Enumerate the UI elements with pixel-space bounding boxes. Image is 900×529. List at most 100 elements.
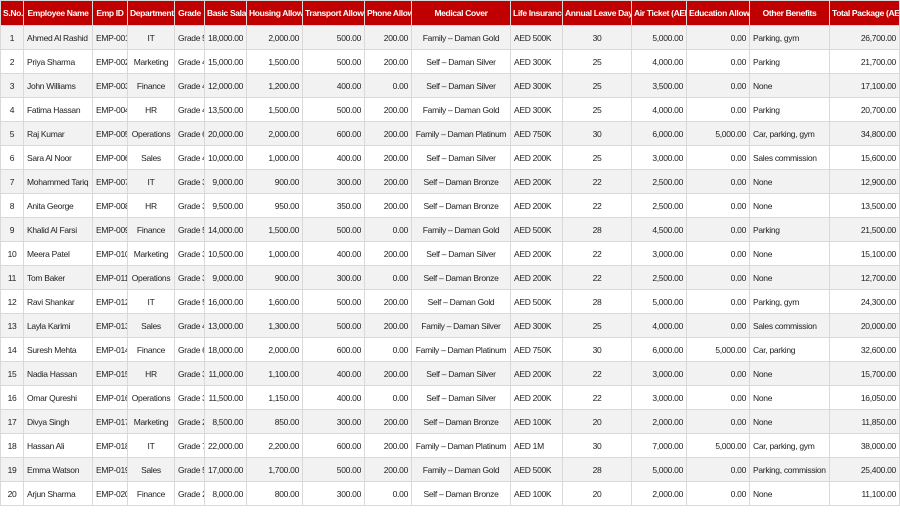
cell-phone-allow: 200.00 [364,433,412,458]
cell-employee-name: Khalid Al Farsi [23,217,93,242]
cell-annual-leave-days: 28 [562,457,632,482]
cell-transport-allow: 400.00 [302,241,365,266]
cell-phone-allow: 200.00 [364,457,412,482]
cell-transport-allow: 500.00 [302,313,365,338]
table-row: 13 Layla Karimi EMP-013 Sales Grade 4 13,000.… [0,313,900,338]
cell-grade: Grade 4 [174,145,205,170]
cell-department: IT [127,289,175,314]
header-employee-name: Employee Name [23,0,93,26]
cell-department: Sales [127,313,175,338]
cell-sno: 3 [0,73,24,98]
cell-life-insurance: AED 200K [510,361,563,386]
cell-medical-cover: Self – Daman Bronze [411,169,511,194]
cell-air-ticket: 3,500.00 [631,73,687,98]
table-row: 15 Nadia Hassan EMP-015 HR Grade 3 11,000.00 1… [0,361,900,386]
cell-employee-name: Emma Watson [23,457,93,482]
cell-phone-allow: 200.00 [364,193,412,218]
cell-life-insurance: AED 750K [510,337,563,362]
cell-transport-allow: 500.00 [302,97,365,122]
cell-housing-allow: 1,500.00 [246,49,303,74]
header-education-allow: Education Allow. [686,0,750,26]
cell-department: Sales [127,457,175,482]
cell-air-ticket: 4,000.00 [631,49,687,74]
cell-phone-allow: 0.00 [364,265,412,290]
cell-emp-id: EMP-012 [92,289,128,314]
cell-housing-allow: 1,200.00 [246,73,303,98]
cell-grade: Grade 4 [174,49,205,74]
cell-department: HR [127,97,175,122]
cell-emp-id: EMP-017 [92,409,128,434]
cell-air-ticket: 5,000.00 [631,25,687,50]
cell-air-ticket: 4,000.00 [631,313,687,338]
cell-other-benefits: Parking [749,217,830,242]
cell-medical-cover: Self – Daman Silver [411,49,511,74]
cell-education-allow: 0.00 [686,265,750,290]
cell-basic-salary: 18,000.00 [204,25,247,50]
cell-annual-leave-days: 30 [562,433,632,458]
cell-medical-cover: Family – Daman Platinum [411,121,511,146]
cell-phone-allow: 200.00 [364,97,412,122]
cell-employee-name: Priya Sharma [23,49,93,74]
cell-education-allow: 0.00 [686,169,750,194]
cell-sno: 4 [0,97,24,122]
table-row: 9 Khalid Al Farsi EMP-009 Finance Grade 5 14,… [0,217,900,242]
header-air-ticket: Air Ticket (AED) [631,0,687,26]
cell-grade: Grade 4 [174,73,205,98]
cell-emp-id: EMP-015 [92,361,128,386]
cell-annual-leave-days: 25 [562,49,632,74]
cell-phone-allow: 0.00 [364,73,412,98]
cell-annual-leave-days: 25 [562,145,632,170]
cell-housing-allow: 2,000.00 [246,121,303,146]
cell-transport-allow: 500.00 [302,217,365,242]
cell-transport-allow: 350.00 [302,193,365,218]
header-row: S.No. Employee Name Emp ID Department Grade B… [0,0,900,26]
cell-department: Operations [127,265,175,290]
cell-emp-id: EMP-011 [92,265,128,290]
table-row: 19 Emma Watson EMP-019 Sales Grade 5 17,000.0… [0,457,900,482]
cell-employee-name: Divya Singh [23,409,93,434]
cell-employee-name: Sara Al Noor [23,145,93,170]
cell-transport-allow: 300.00 [302,409,365,434]
cell-employee-name: Omar Qureshi [23,385,93,410]
cell-emp-id: EMP-006 [92,145,128,170]
cell-grade: Grade 3 [174,241,205,266]
cell-total-package: 16,050.00 [829,385,900,410]
cell-department: Marketing [127,409,175,434]
cell-emp-id: EMP-019 [92,457,128,482]
cell-air-ticket: 6,000.00 [631,121,687,146]
cell-grade: Grade 5 [174,457,205,482]
cell-life-insurance: AED 200K [510,193,563,218]
cell-total-package: 20,700.00 [829,97,900,122]
cell-basic-salary: 16,000.00 [204,289,247,314]
table-row: 16 Omar Qureshi EMP-016 Operations Grade 3 11… [0,385,900,410]
cell-emp-id: EMP-007 [92,169,128,194]
cell-life-insurance: AED 300K [510,313,563,338]
cell-grade: Grade 3 [174,385,205,410]
cell-air-ticket: 2,500.00 [631,193,687,218]
cell-medical-cover: Family – Daman Gold [411,25,511,50]
cell-education-allow: 0.00 [686,49,750,74]
cell-employee-name: Ahmed Al Rashid [23,25,93,50]
cell-housing-allow: 1,500.00 [246,97,303,122]
cell-employee-name: John Williams [23,73,93,98]
cell-grade: Grade 3 [174,169,205,194]
cell-life-insurance: AED 300K [510,97,563,122]
cell-sno: 16 [0,385,24,410]
cell-total-package: 15,600.00 [829,145,900,170]
cell-other-benefits: None [749,361,830,386]
cell-medical-cover: Family – Daman Gold [411,457,511,482]
cell-housing-allow: 1,300.00 [246,313,303,338]
cell-housing-allow: 1,150.00 [246,385,303,410]
cell-transport-allow: 400.00 [302,385,365,410]
cell-grade: Grade 7 [174,433,205,458]
cell-basic-salary: 20,000.00 [204,121,247,146]
cell-basic-salary: 10,000.00 [204,145,247,170]
cell-total-package: 15,700.00 [829,361,900,386]
cell-life-insurance: AED 200K [510,241,563,266]
cell-housing-allow: 1,700.00 [246,457,303,482]
cell-air-ticket: 3,000.00 [631,361,687,386]
cell-department: IT [127,433,175,458]
cell-life-insurance: AED 200K [510,265,563,290]
table-row: 20 Arjun Sharma EMP-020 Finance Grade 2 8,000… [0,481,900,506]
cell-phone-allow: 0.00 [364,217,412,242]
